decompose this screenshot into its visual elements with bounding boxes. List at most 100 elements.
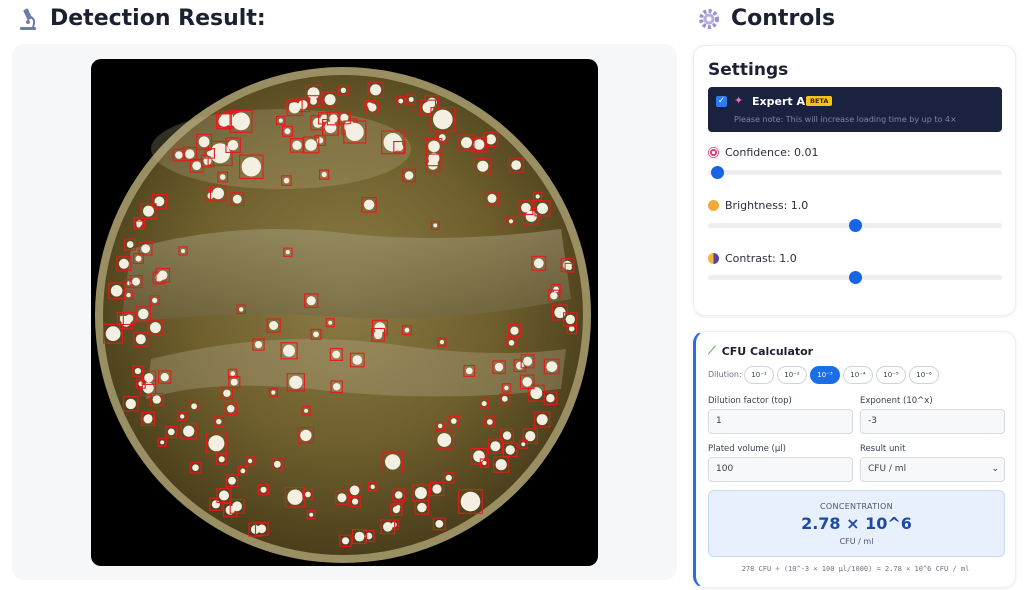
colony xyxy=(191,403,197,410)
dilution-factor-value: 1 xyxy=(716,416,722,426)
dilution-option[interactable]: 10⁻⁴ xyxy=(843,366,873,384)
colony xyxy=(143,205,154,217)
colony xyxy=(152,297,158,303)
contrast-slider[interactable] xyxy=(708,271,1002,284)
colony xyxy=(208,435,225,452)
colony xyxy=(501,395,508,402)
colony xyxy=(185,149,195,159)
dilution-factor-input[interactable]: 1 xyxy=(708,409,853,434)
colony xyxy=(317,137,324,144)
colony xyxy=(288,102,301,114)
colony xyxy=(495,459,507,471)
colony xyxy=(521,442,526,447)
colony xyxy=(218,456,225,463)
colony xyxy=(105,326,121,342)
colony xyxy=(160,440,165,445)
concentration-box: CONCENTRATION 2.78 × 10^6 CFU / ml xyxy=(708,490,1005,557)
colony xyxy=(212,187,224,200)
colony xyxy=(537,202,548,214)
concentration-value: 2.78 × 10^6 xyxy=(801,514,912,533)
beta-badge: BETA xyxy=(806,96,833,106)
colony xyxy=(553,286,559,293)
colony xyxy=(439,340,444,345)
dilution-option[interactable]: 10⁻² xyxy=(777,366,807,384)
colony xyxy=(341,537,350,545)
colony xyxy=(546,361,558,372)
colony xyxy=(373,330,383,340)
colony xyxy=(516,361,524,370)
dilution-option[interactable]: 10⁻⁶ xyxy=(909,366,939,384)
colony xyxy=(183,425,195,437)
colony xyxy=(240,468,246,474)
colony xyxy=(417,502,427,513)
colony xyxy=(232,112,250,131)
colony xyxy=(510,326,519,335)
colony xyxy=(485,134,496,145)
colony xyxy=(345,123,364,141)
colony xyxy=(289,375,303,389)
colony xyxy=(511,160,522,170)
colony xyxy=(404,171,414,180)
colony xyxy=(354,531,365,542)
exponent-label: Exponent (10^x) xyxy=(860,396,933,406)
colony xyxy=(487,193,497,203)
colony xyxy=(181,249,185,253)
colony xyxy=(126,292,131,298)
colony xyxy=(535,194,540,199)
colony xyxy=(143,414,153,424)
colony xyxy=(508,219,514,224)
cfu-calculator-heading: ⟋ CFU Calculator xyxy=(708,344,813,358)
colony xyxy=(505,445,515,455)
confidence-slider-thumb[interactable] xyxy=(710,166,724,179)
expert-ai-toggle[interactable]: ✓ ✦ Expert AI BETA Please note: This wil… xyxy=(708,87,1002,132)
result-unit-value: CFU / ml xyxy=(868,464,907,474)
colony xyxy=(486,419,493,425)
result-unit-select[interactable]: CFU / ml ⌄ xyxy=(860,457,1005,482)
exponent-input[interactable]: -3 xyxy=(860,409,1005,434)
colony xyxy=(332,350,341,359)
colony xyxy=(257,524,267,534)
detection-result-heading: Detection Result: xyxy=(16,6,266,31)
colony xyxy=(198,136,210,148)
exponent-value: -3 xyxy=(868,416,877,426)
confidence-slider[interactable] xyxy=(708,166,1002,179)
colony xyxy=(504,385,509,391)
colony xyxy=(138,308,149,320)
colony xyxy=(473,139,485,150)
colony xyxy=(435,520,444,528)
expert-ai-checkbox[interactable]: ✓ xyxy=(716,96,727,107)
colony xyxy=(284,128,291,135)
colony xyxy=(352,355,363,365)
colony xyxy=(134,368,141,375)
colony xyxy=(313,331,319,338)
dilution-option[interactable]: 10⁻⁵ xyxy=(876,366,906,384)
dilution-option[interactable]: 10⁻³ xyxy=(810,366,840,384)
colony xyxy=(404,327,410,333)
colony xyxy=(328,320,333,325)
plated-volume-value: 100 xyxy=(716,464,734,474)
colony xyxy=(307,87,320,100)
brightness-slider-thumb[interactable] xyxy=(848,219,862,232)
colony xyxy=(227,405,235,413)
contrast-label: Contrast: 1.0 xyxy=(725,252,797,265)
contrast-slider-thumb[interactable] xyxy=(848,271,862,284)
colony xyxy=(269,321,279,330)
colony xyxy=(536,414,548,426)
confidence-label-row: Confidence: 0.01 xyxy=(708,146,819,159)
brightness-slider[interactable] xyxy=(708,219,1002,232)
colony xyxy=(309,97,317,105)
detection-result-title: Detection Result: xyxy=(50,6,266,31)
plated-volume-input[interactable]: 100 xyxy=(708,457,853,482)
dilution-option[interactable]: 10⁻¹ xyxy=(744,366,774,384)
colony xyxy=(260,486,267,493)
colony xyxy=(370,484,375,489)
colony xyxy=(207,150,213,157)
colony xyxy=(247,458,253,464)
colony xyxy=(522,377,532,387)
colony xyxy=(482,460,487,466)
colony xyxy=(385,454,401,470)
colony xyxy=(141,244,150,254)
expert-ai-note: Please note: This will increase loading … xyxy=(734,115,957,124)
colony xyxy=(149,322,161,334)
colony xyxy=(254,341,263,349)
